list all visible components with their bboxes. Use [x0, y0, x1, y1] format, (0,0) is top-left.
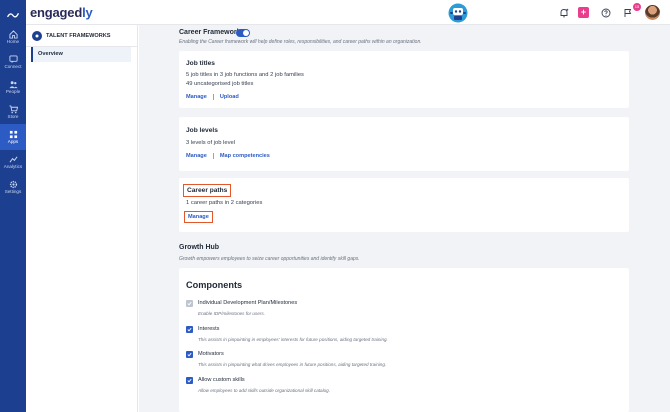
motivators-description: This assists in pinpointing what drives … — [198, 362, 387, 367]
rail-label-connect: Connect — [4, 63, 22, 69]
job-titles-title: Job titles — [186, 60, 215, 67]
rail-label-analytics: Analytics — [3, 163, 23, 169]
avatar[interactable] — [645, 5, 660, 20]
motivators-label: Motivators — [198, 351, 224, 357]
gear-icon — [9, 180, 17, 188]
job-titles-card: Job titles 5 job titles in 3 job functio… — [179, 51, 629, 108]
idp-description: Enable IDP/milestones for users. — [198, 311, 265, 316]
top-bar: engagedly — [26, 0, 670, 25]
rail-label-settings: Settings — [4, 188, 22, 194]
custom-skills-description: Allow employees to add skills outside or… — [198, 388, 331, 393]
motivators-checkbox[interactable] — [186, 351, 193, 358]
engagedly-mark-icon — [7, 12, 19, 18]
left-rail: Home Connect People Store Apps Analytics… — [0, 0, 26, 412]
rail-item-settings[interactable]: Settings — [0, 174, 26, 200]
link-separator — [212, 153, 214, 159]
connect-icon — [8, 55, 18, 63]
custom-skills-checkbox[interactable] — [186, 377, 193, 384]
job-levels-title: Job levels — [186, 127, 218, 134]
talent-frameworks-sidebar: TALENT FRAMEWORKS Overview — [26, 25, 138, 412]
career-paths-title: Career paths — [182, 184, 232, 197]
rail-item-analytics[interactable]: Analytics — [0, 149, 26, 175]
cart-icon — [8, 105, 18, 114]
job-levels-card: Job levels 3 levels of job level Manage … — [179, 117, 629, 171]
subnav-item-overview[interactable]: Overview — [31, 47, 131, 62]
check-icon — [187, 301, 192, 306]
check-icon — [187, 327, 192, 332]
idp-label: Individual Development Plan/Milestones — [198, 300, 298, 306]
help-button[interactable] — [600, 7, 611, 18]
rail-item-apps[interactable]: Apps — [0, 124, 26, 150]
app-logo[interactable]: engagedly — [30, 5, 93, 20]
home-icon — [8, 29, 18, 39]
interests-description: This assists in pinpointing in employees… — [198, 337, 388, 342]
career-paths-summary: 1 career paths in 2 categories — [186, 200, 263, 206]
logo-accent: ly — [82, 5, 93, 20]
rail-item-home[interactable]: Home — [0, 24, 26, 50]
custom-skills-label: Allow custom skills — [198, 377, 245, 383]
job-titles-upload-link[interactable]: Upload — [220, 94, 239, 100]
career-framework-title: Career Framework — [179, 29, 241, 36]
career-paths-manage-link[interactable]: Manage — [184, 211, 213, 223]
map-competencies-link[interactable]: Map competencies — [220, 153, 270, 159]
job-levels-links: Manage Map competencies — [186, 153, 270, 159]
logo-text: engaged — [30, 5, 83, 20]
rail-label-home: Home — [6, 38, 20, 44]
rail-item-connect[interactable]: Connect — [0, 49, 26, 75]
interests-checkbox[interactable] — [186, 326, 193, 333]
interests-label: Interests — [198, 326, 220, 332]
job-titles-uncategorised: 49 uncategorised job titles — [186, 81, 254, 87]
check-icon — [187, 378, 192, 383]
career-paths-links: Manage — [184, 211, 213, 223]
job-levels-manage-link[interactable]: Manage — [186, 153, 207, 159]
job-titles-links: Manage Upload — [186, 94, 239, 100]
apps-icon — [9, 130, 17, 138]
growth-hub-description: Growth empowers employees to seize caree… — [179, 256, 360, 262]
job-titles-summary: 5 job titles in 3 job functions and 2 jo… — [186, 72, 304, 78]
link-separator — [212, 94, 214, 100]
idp-checkbox[interactable] — [186, 300, 193, 307]
components-title: Components — [186, 280, 243, 290]
frameworks-icon — [32, 31, 42, 41]
add-button[interactable]: + — [578, 7, 589, 18]
feedback-button[interactable] — [622, 7, 633, 18]
job-titles-manage-link[interactable]: Manage — [186, 94, 207, 100]
mascot-robot-icon[interactable] — [447, 2, 469, 23]
subnav-header: TALENT FRAMEWORKS — [32, 31, 111, 41]
growth-hub-title: Growth Hub — [179, 244, 220, 251]
analytics-icon — [9, 156, 17, 163]
check-icon — [187, 352, 192, 357]
rail-label-apps: Apps — [7, 138, 19, 144]
career-framework-description: Enabling the Career framework will help … — [179, 39, 422, 45]
notifications-button[interactable] — [558, 7, 569, 18]
help-icon — [601, 8, 610, 17]
bell-icon — [560, 8, 568, 17]
notification-count-badge: 15 — [633, 3, 641, 11]
rail-label-store: Store — [7, 113, 19, 119]
job-levels-summary: 3 levels of job level — [186, 140, 235, 146]
people-icon — [8, 80, 18, 88]
career-framework-toggle[interactable] — [236, 29, 250, 37]
subnav-title: TALENT FRAMEWORKS — [46, 33, 111, 39]
rail-item-store[interactable]: Store — [0, 99, 26, 125]
rail-label-people: People — [5, 88, 21, 94]
flag-icon — [624, 8, 631, 17]
career-paths-card: Career paths 1 career paths in 2 categor… — [179, 178, 629, 232]
rail-item-people[interactable]: People — [0, 74, 26, 100]
